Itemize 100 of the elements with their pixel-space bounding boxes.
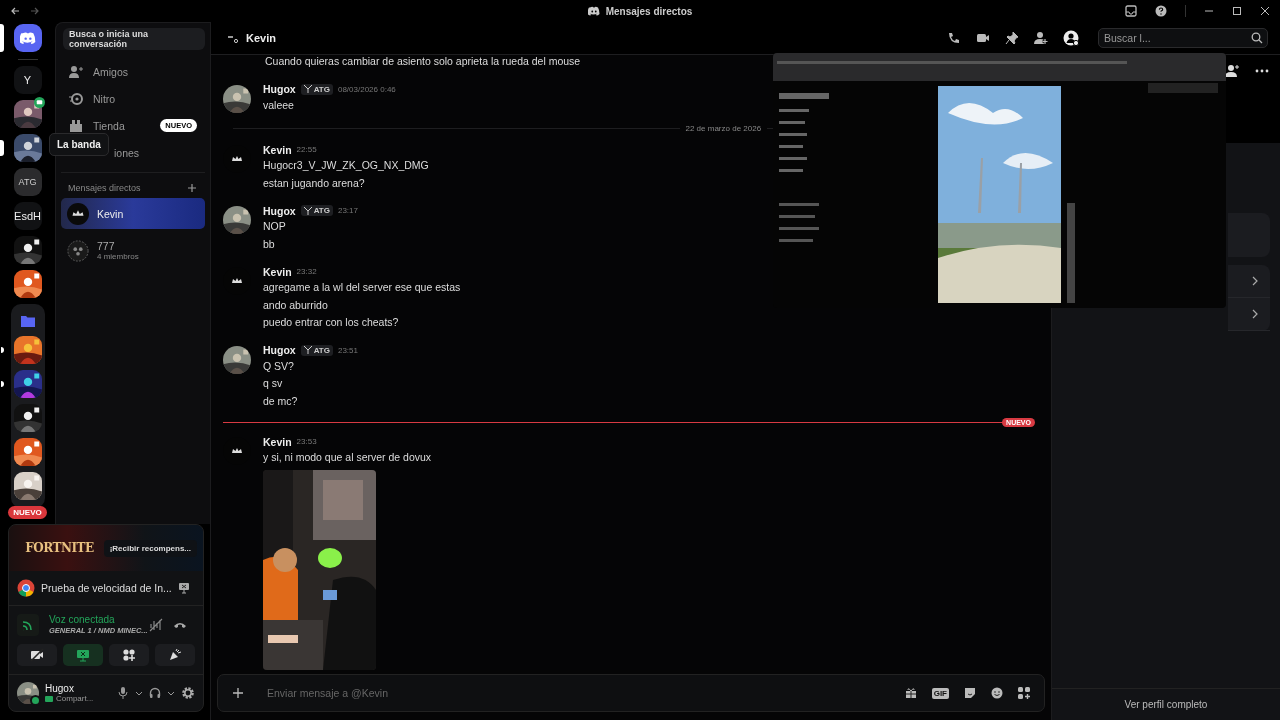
timestamp: 23:17 xyxy=(337,206,358,215)
tag-icon xyxy=(303,206,312,215)
stop-stream-icon[interactable] xyxy=(177,582,190,594)
add-friend-icon[interactable] xyxy=(1224,63,1240,79)
chevron-right-icon[interactable] xyxy=(1250,276,1260,286)
tag-icon xyxy=(303,346,312,354)
nav-item[interactable]: Nitro xyxy=(61,85,205,112)
back-arrow-icon[interactable] xyxy=(10,6,20,16)
author-name[interactable]: Hugox xyxy=(263,204,296,217)
gift-icon[interactable] xyxy=(904,687,917,699)
author-name[interactable]: Hugox xyxy=(263,83,296,95)
member-count: 4 miembros xyxy=(97,252,139,261)
nav-item[interactable]: Amigos xyxy=(61,58,205,85)
caret-icon[interactable] xyxy=(135,689,143,697)
camera-icon xyxy=(30,648,44,662)
video-icon[interactable] xyxy=(976,31,990,45)
claim-button[interactable]: ¡Recibir recompens... xyxy=(103,539,197,557)
timestamp: 23:51 xyxy=(337,345,358,355)
headphones-icon[interactable] xyxy=(149,687,161,699)
game-logo: FORTNITE xyxy=(25,541,94,555)
message-text: estan jugando arena? xyxy=(263,175,366,191)
message-field[interactable]: Enviar mensaje a @Kevin xyxy=(265,686,890,700)
voice-control-button[interactable] xyxy=(109,644,149,666)
user-name: Hugox xyxy=(45,683,75,694)
message-text: Cuando quieras cambiar de asiento solo aprieta la rueda del mouse xyxy=(265,55,582,69)
settings-icon[interactable] xyxy=(181,686,195,700)
add-friend-icon[interactable] xyxy=(1034,31,1048,45)
signal-icon xyxy=(17,614,39,636)
full-profile-button[interactable]: Ver perfil completo xyxy=(1052,688,1280,720)
timestamp: 23:32 xyxy=(296,267,317,276)
chevron-right-icon[interactable] xyxy=(1250,309,1260,319)
author-name[interactable]: Kevin xyxy=(263,143,292,156)
online-status-dot xyxy=(30,695,41,706)
activities-icon xyxy=(122,648,136,662)
inbox-icon[interactable] xyxy=(1125,5,1137,17)
server-icon[interactable]: EsdH xyxy=(13,202,42,230)
date-divider: 22 de marzo de 2026 xyxy=(685,124,762,133)
window-title: Mensajes directos xyxy=(605,5,693,17)
message-text: de mc? xyxy=(263,393,299,409)
message-text: valeee xyxy=(263,97,295,113)
timestamp: 23:53 xyxy=(296,437,317,446)
pin-icon[interactable] xyxy=(1005,31,1019,45)
timestamp: 08/03/2026 0:46 xyxy=(337,84,396,94)
search-icon xyxy=(1251,32,1263,44)
maximize-icon[interactable] xyxy=(1232,6,1242,16)
close-icon[interactable] xyxy=(1260,6,1270,16)
search-field[interactable]: Buscar l... xyxy=(1098,28,1268,48)
message-text: agregame a la wl del server ese que estas xyxy=(263,280,461,295)
message-text: NOP xyxy=(263,219,287,234)
author-name[interactable]: Hugox xyxy=(263,344,296,356)
conversation-item[interactable]: 777 4 miembros xyxy=(61,235,205,266)
voice-status: Voz conectada xyxy=(49,614,116,625)
nitro-icon xyxy=(69,91,83,106)
server-icon[interactable]: Y xyxy=(13,66,42,94)
server-tag[interactable]: ATG xyxy=(300,344,333,356)
message-box[interactable]: Enviar mensaje a @Kevin GIF xyxy=(217,674,1045,712)
help-icon[interactable] xyxy=(1155,5,1167,17)
section-title: Mensajes directos xyxy=(68,183,141,193)
message-text: ando aburrido xyxy=(263,297,329,313)
new-badge: NUEVO xyxy=(8,506,47,519)
message-text: bb xyxy=(263,236,276,252)
soundboard-icon xyxy=(168,648,182,662)
voice-control-button[interactable] xyxy=(17,644,57,666)
sticker-icon[interactable] xyxy=(964,687,976,699)
home-button[interactable] xyxy=(13,24,42,52)
voice-control-button[interactable] xyxy=(155,644,195,666)
phone-icon[interactable] xyxy=(947,31,961,45)
server-icon[interactable]: ATG xyxy=(13,168,42,196)
group-avatar-icon xyxy=(67,239,89,262)
discord-logo-icon xyxy=(587,5,600,17)
search-button[interactable]: Busca o inicia una conversación xyxy=(63,28,205,50)
user-status: Compart... xyxy=(45,694,111,703)
shop-icon xyxy=(69,118,83,133)
browser-logo-icon xyxy=(17,579,35,597)
tag-icon xyxy=(303,85,312,93)
noise-suppression-icon[interactable] xyxy=(149,618,163,632)
server-tag[interactable]: ATG xyxy=(300,83,333,95)
tooltip: La banda xyxy=(49,133,109,156)
profile-icon[interactable] xyxy=(1063,30,1079,46)
conversation-item[interactable]: Kevin xyxy=(61,198,205,229)
message-text: y si, ni modo que al server de dovux xyxy=(263,450,432,465)
emoji-icon[interactable] xyxy=(991,687,1003,699)
forward-arrow-icon[interactable] xyxy=(30,6,40,16)
activity-title: Prueba de velocidad de In... xyxy=(41,582,172,594)
voice-control-button[interactable] xyxy=(63,644,103,666)
plus-icon[interactable] xyxy=(232,687,244,699)
message-text: Q SV? xyxy=(263,358,295,374)
message-text: puedo entrar con los cheats? xyxy=(263,315,400,330)
author-name[interactable]: Kevin xyxy=(263,435,292,448)
plus-icon[interactable] xyxy=(187,183,197,193)
timestamp: 22:55 xyxy=(296,145,317,154)
author-name[interactable]: Kevin xyxy=(263,265,292,278)
folder-icon[interactable] xyxy=(20,314,35,328)
caret-icon[interactable] xyxy=(167,689,175,697)
server-tag[interactable]: ATG xyxy=(300,205,333,216)
apps-icon[interactable] xyxy=(1018,687,1030,699)
channel-title: Kevin xyxy=(246,32,276,44)
microphone-icon[interactable] xyxy=(117,687,129,699)
message-text: Hugocr3_V_JW_ZK_OG_NX_DMG xyxy=(263,158,429,173)
gif-button[interactable]: GIF xyxy=(931,687,949,699)
